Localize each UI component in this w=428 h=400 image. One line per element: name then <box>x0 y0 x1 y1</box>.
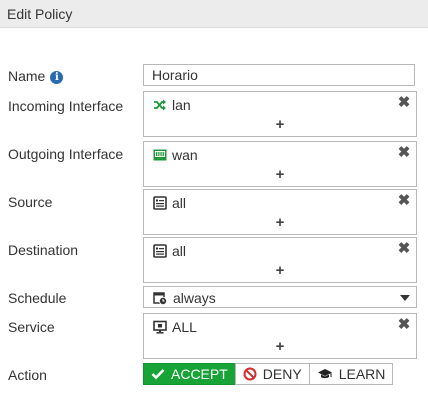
destination-label: Destination <box>8 242 79 258</box>
service-value: ALL <box>172 319 197 335</box>
deny-icon <box>243 367 257 381</box>
accept-button[interactable]: ACCEPT <box>143 363 236 385</box>
service-field[interactable]: ALL ✖ + <box>143 313 417 359</box>
chevron-down-icon[interactable] <box>400 295 410 301</box>
calendar-clock-icon <box>153 291 167 305</box>
action-button-group: ACCEPT DENY LEARN <box>143 363 394 385</box>
incoming-interface-value: lan <box>172 97 191 113</box>
outgoing-interface-field[interactable]: wan ✖ + <box>143 141 417 187</box>
schedule-entry: always <box>153 290 216 306</box>
monitor-icon <box>153 320 167 334</box>
name-input[interactable] <box>143 64 415 86</box>
deny-button[interactable]: DENY <box>234 363 310 385</box>
wan-port-icon <box>153 148 167 162</box>
dialog-title: Edit Policy <box>7 6 73 22</box>
add-service-button[interactable]: + <box>144 339 416 354</box>
address-icon <box>153 196 167 210</box>
deny-label: DENY <box>262 366 302 382</box>
learn-label: LEARN <box>338 366 386 382</box>
source-field[interactable]: all ✖ + <box>143 189 417 235</box>
info-icon[interactable]: i <box>50 71 64 84</box>
learn-button[interactable]: LEARN <box>308 363 394 385</box>
add-outgoing-button[interactable]: + <box>144 167 416 182</box>
remove-incoming-button[interactable]: ✖ <box>397 95 411 110</box>
incoming-interface-field[interactable]: lan ✖ + <box>143 91 417 137</box>
add-incoming-button[interactable]: + <box>144 117 416 132</box>
add-destination-button[interactable]: + <box>144 263 416 278</box>
dialog-header: Edit Policy <box>0 0 428 28</box>
name-label-text: Name <box>8 68 46 84</box>
incoming-interface-entry: lan <box>153 97 191 113</box>
remove-service-button[interactable]: ✖ <box>397 317 411 332</box>
name-label: Name i <box>8 68 64 84</box>
destination-entry: all <box>153 243 186 259</box>
action-label: Action <box>8 367 47 383</box>
add-source-button[interactable]: + <box>144 215 416 230</box>
source-label: Source <box>8 194 53 210</box>
graduation-cap-icon <box>317 368 333 380</box>
incoming-interface-label: Incoming Interface <box>8 98 124 114</box>
destination-field[interactable]: all ✖ + <box>143 237 417 283</box>
address-icon <box>153 244 167 258</box>
schedule-label: Schedule <box>8 290 67 306</box>
source-value: all <box>172 195 187 211</box>
service-label: Service <box>8 319 55 335</box>
schedule-value: always <box>173 290 216 306</box>
outgoing-interface-value: wan <box>172 147 198 163</box>
source-entry: all <box>153 195 186 211</box>
accept-label: ACCEPT <box>171 366 228 382</box>
remove-source-button[interactable]: ✖ <box>397 193 411 208</box>
checkmark-icon <box>151 368 165 380</box>
service-entry: ALL <box>153 319 197 335</box>
remove-destination-button[interactable]: ✖ <box>397 241 411 256</box>
schedule-select[interactable]: always <box>143 286 417 308</box>
outgoing-interface-label: Outgoing Interface <box>8 146 124 162</box>
outgoing-interface-entry: wan <box>153 147 198 163</box>
cross-arrows-icon <box>153 98 167 112</box>
remove-outgoing-button[interactable]: ✖ <box>397 145 411 160</box>
destination-value: all <box>172 243 187 259</box>
